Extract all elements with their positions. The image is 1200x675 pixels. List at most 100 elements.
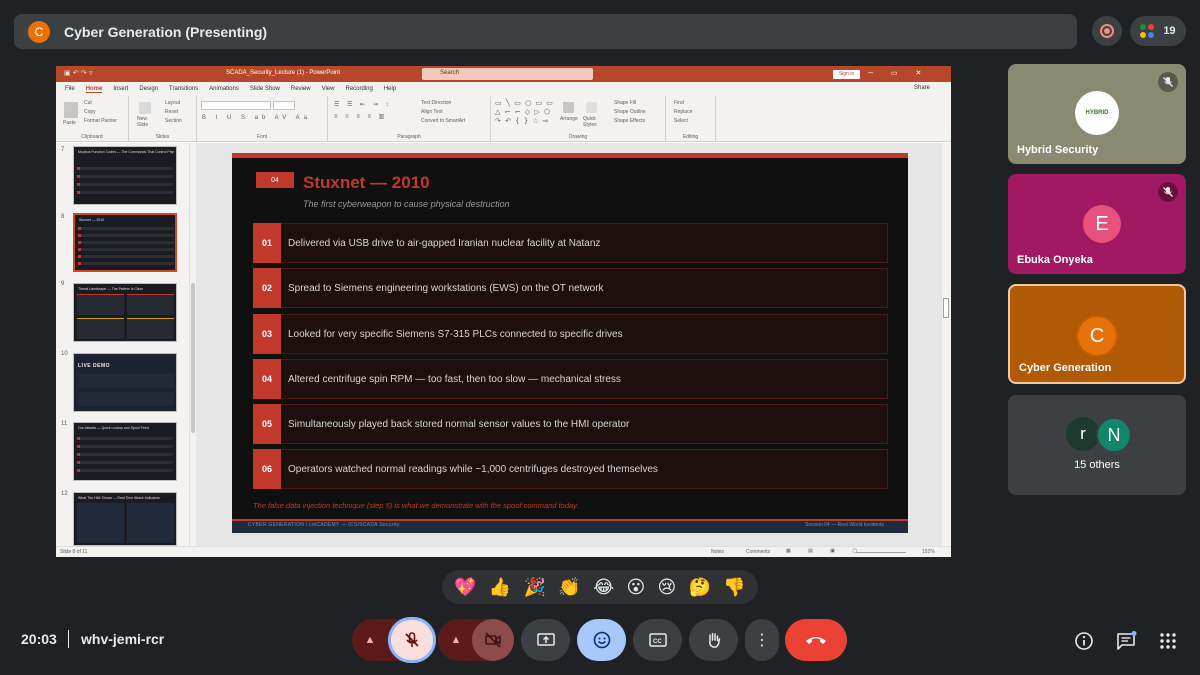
window-controls[interactable]: ─ ▭ ✕	[868, 69, 929, 77]
paste-button[interactable]: Paste	[63, 120, 76, 126]
meeting-details-button[interactable]	[1073, 630, 1095, 652]
camera-toggle-button[interactable]	[472, 619, 514, 661]
slide-thumbnail[interactable]: Modbus Function Codes — The Commands Tha…	[73, 146, 177, 205]
thumbs-up-reaction[interactable]: 👍	[489, 577, 511, 598]
ribbon-tab-transitions[interactable]: Transitions	[169, 86, 198, 92]
participant-tile[interactable]: HYBRID Hybrid Security	[1008, 64, 1186, 164]
font-format-buttons[interactable]: B I U S ab AV Aa	[202, 115, 311, 121]
signin-button[interactable]: Sign in	[833, 70, 860, 79]
separator	[68, 630, 69, 648]
slide-list-item: 03 Looked for very specific Siemens S7-31…	[253, 314, 888, 354]
quick-styles-button[interactable]: Quick Styles	[583, 116, 601, 128]
slide-thumbnail[interactable]: Threat Landscape — The Pattern Is Clear	[73, 283, 177, 342]
layout-button[interactable]: Layout	[165, 100, 180, 106]
current-slide[interactable]: 04 Stuxnet — 2010 The first cyberweapon …	[232, 153, 908, 533]
ribbon-tab-help[interactable]: Help	[384, 86, 396, 92]
find-button[interactable]: Find	[674, 100, 684, 106]
thumbnail-scrollbar[interactable]	[189, 143, 196, 546]
clap-reaction[interactable]: 👏	[558, 577, 580, 598]
align-buttons[interactable]: ≡ ≡ ≡ ≡ ▥	[334, 113, 387, 120]
emoji-button[interactable]	[577, 619, 626, 661]
shape-outline-button[interactable]: Shape Outline	[614, 109, 646, 115]
ribbon-tab-view[interactable]: View	[322, 86, 335, 92]
people-button[interactable]: 19	[1130, 16, 1186, 46]
present-screen-icon	[536, 633, 555, 646]
slide-thumbnail[interactable]: Our Attacks — Quick Lookup and Spoof Fee…	[73, 422, 177, 481]
list-buttons[interactable]: ☰ ☰ ⇤ ⇥ ↕	[334, 101, 391, 108]
thumbnail-title: What The HMI Shows — Real Time Attack In…	[78, 496, 160, 500]
ribbon-tab-slide-show[interactable]: Slide Show	[250, 86, 280, 92]
thinking-reaction[interactable]: 🤔	[689, 577, 711, 598]
ppt-search-box[interactable]: Search	[422, 68, 593, 80]
camera-options-chevron-icon[interactable]: ▲	[438, 619, 474, 661]
copy-button[interactable]: Copy	[84, 109, 96, 115]
sparkling-heart-reaction[interactable]: 💖	[454, 577, 476, 598]
text-direction-button[interactable]: Text Direction	[421, 100, 451, 106]
presenting-title: Cyber Generation (Presenting)	[64, 23, 268, 40]
captions-button[interactable]: CC	[633, 619, 682, 661]
select-button[interactable]: Select	[674, 118, 688, 124]
ribbon-tab-file[interactable]: File	[65, 86, 75, 92]
party-reaction[interactable]: 🎉	[524, 577, 546, 598]
thumbs-down-reaction[interactable]: 👎	[723, 577, 745, 598]
thumbnail-number: 11	[61, 421, 68, 427]
slide-thumbnail-selected[interactable]: Stuxnet — 2010	[73, 213, 177, 272]
cut-button[interactable]: Cut	[84, 100, 92, 106]
view-buttons[interactable]: ▦ ▤ ▣ ▢	[786, 548, 865, 554]
leave-call-button[interactable]	[785, 619, 847, 661]
new-slide-button[interactable]: New Slide	[137, 116, 155, 128]
canvas-scrollbar[interactable]	[942, 143, 951, 546]
font-size-box[interactable]	[273, 101, 295, 110]
raise-hand-icon	[708, 632, 720, 648]
chat-button[interactable]	[1115, 630, 1137, 652]
shapes-gallery[interactable]: ▭ ╲ ▭ ○ ▭ ▭ △ ⌐ ⌐ ◇ ▷ ⬠ ↷ ↶ { } ☆ ⇨	[495, 99, 557, 126]
font-name-box[interactable]	[201, 101, 271, 110]
ribbon-tab-insert[interactable]: Insert	[113, 86, 128, 92]
new-slide-icon[interactable]	[139, 102, 151, 114]
paste-icon[interactable]	[64, 102, 78, 118]
shape-effects-button[interactable]: Shape Effects	[614, 118, 645, 124]
raise-hand-button[interactable]	[689, 619, 738, 661]
sad-reaction[interactable]: 😢	[658, 577, 677, 598]
item-number: 01	[253, 223, 281, 263]
zoom-slider[interactable]	[856, 552, 906, 553]
zoom-level[interactable]: 152%	[922, 549, 935, 555]
mic-options-chevron-icon[interactable]: ▲	[352, 619, 388, 661]
format-painter-button[interactable]: Format Painter	[84, 118, 117, 124]
section-button[interactable]: Section	[165, 118, 182, 124]
ribbon-tab-animations[interactable]: Animations	[209, 86, 239, 92]
thumbnail-number: 7	[61, 147, 65, 153]
end-call-icon	[806, 637, 826, 644]
quick-access-toolbar[interactable]: ▣ ↶ ↷ ▿	[64, 69, 93, 77]
arrange-icon[interactable]	[563, 102, 574, 113]
reset-button[interactable]: Reset	[165, 109, 178, 115]
participant-avatar: N	[1096, 417, 1132, 453]
arrange-button[interactable]: Arrange	[560, 116, 578, 122]
ribbon-tab-design[interactable]: Design	[139, 86, 158, 92]
more-options-button[interactable]: ⋮	[745, 619, 779, 661]
smartart-button[interactable]: Convert to SmartArt	[421, 118, 465, 124]
shape-fill-button[interactable]: Shape Fill	[614, 100, 636, 106]
participant-tile-presenter[interactable]: C Cyber Generation	[1008, 284, 1186, 384]
slide-thumbnail[interactable]: What The HMI Shows — Real Time Attack In…	[73, 492, 177, 546]
ribbon-tab-home[interactable]: Home	[85, 86, 103, 93]
others-tile[interactable]: r N 15 others	[1008, 395, 1186, 495]
comments-button[interactable]: Comments	[746, 549, 770, 555]
slide-thumbnail[interactable]: LIVE DEMO	[73, 353, 177, 412]
laugh-reaction[interactable]: 😂	[593, 577, 614, 598]
replace-button[interactable]: Replace	[674, 109, 692, 115]
ribbon-group-paragraph: ☰ ☰ ⇤ ⇥ ↕ ≡ ≡ ≡ ≡ ▥ Text Direction Align…	[328, 96, 491, 142]
recording-indicator[interactable]	[1092, 16, 1122, 46]
align-text-button[interactable]: Align Text	[421, 109, 443, 115]
mic-toggle-button[interactable]	[388, 617, 436, 663]
present-screen-button[interactable]	[521, 619, 570, 661]
notes-button[interactable]: Notes	[711, 549, 724, 555]
ribbon-tab-review[interactable]: Review	[291, 86, 311, 92]
quick-styles-icon[interactable]	[586, 102, 597, 113]
share-button[interactable]: Share	[914, 85, 930, 91]
shared-screen: ▣ ↶ ↷ ▿ SCADA_Security_Lecture (1) - Pow…	[56, 66, 951, 557]
surprised-reaction[interactable]: 😮	[626, 577, 645, 598]
ribbon-tab-recording[interactable]: Recording	[345, 86, 372, 92]
activities-button[interactable]	[1157, 630, 1179, 652]
participant-tile[interactable]: E Ebuka Onyeka	[1008, 174, 1186, 274]
